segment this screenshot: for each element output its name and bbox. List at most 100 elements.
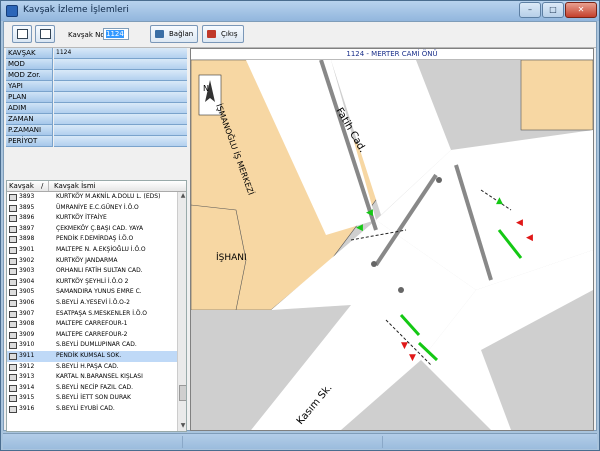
list-item-name: MALTEPE CARREFOUR-2 (56, 330, 128, 338)
list-item[interactable]: 3905 SAMANDIRA YUNUS EMRE C. (7, 287, 177, 298)
list-item[interactable]: 3914 S.BEYLİ NECİP FAZIL CAD. (7, 383, 177, 394)
list-item[interactable]: 3903 ORHANLI FATİH SULTAN CAD. (7, 266, 177, 277)
col-header-name[interactable]: Kavşak İsmi (54, 181, 96, 191)
list-item-name: SAMANDIRA YUNUS EMRE C. (56, 288, 142, 296)
prop-value (54, 114, 187, 125)
maximize-button[interactable]: □ (542, 2, 564, 18)
kavsak-no-label: Kavşak No (68, 31, 105, 39)
list-item-no: 3909 (19, 330, 35, 338)
prop-row-plan: PLAN (6, 92, 187, 103)
map-icon (40, 29, 51, 39)
list-item-no: 3903 (19, 267, 35, 275)
list-item[interactable]: 3913 KARTAL N.BARANSEL KIŞLASI (7, 372, 177, 383)
list-item-name: KURTKÖY JANDARMA (56, 256, 118, 264)
list-item[interactable]: 3910 S.BEYLİ DUMLUPINAR CAD. (7, 340, 177, 351)
list-item[interactable]: 3912 S.BEYLİ H.PAŞA CAD. (7, 362, 177, 373)
list-item[interactable]: 3911 PENDİK KUMSAL SOK. (7, 350, 177, 362)
list-scrollbar[interactable]: ▲ ▼ (177, 192, 186, 431)
list-item-name: MALTEPE N. A.EKŞİOĞLU İ.Ö.O (56, 245, 146, 253)
prop-key: PERİYOT (6, 136, 53, 147)
list-item-name: KURTKÖY İTFAİYE (56, 214, 107, 222)
junction-icon (9, 352, 17, 360)
junction-icon (9, 225, 17, 233)
list-header: Kavşak / Kavşak İsmi (7, 181, 186, 192)
prop-row-kavsak: KAVŞAK 1124 (6, 48, 187, 59)
list-item-name: S.BEYLİ H.PAŞA CAD. (56, 362, 119, 370)
col-header-kavsak[interactable]: Kavşak / (9, 181, 49, 191)
pole-3 (398, 287, 404, 293)
list-item-name: MALTEPE CARREFOUR-1 (56, 320, 128, 328)
connect-button[interactable]: Bağlan (150, 25, 198, 43)
list-item[interactable]: 3908 MALTEPE CARREFOUR-1 (7, 319, 177, 330)
red-arrow-east-icon: ◀ (516, 218, 523, 228)
list-item-name: S.BEYLİ DUMLUPINAR CAD. (56, 341, 137, 349)
list-item[interactable]: 3916 S.BEYLİ EYUBİ CAD. (7, 404, 177, 415)
prop-row-periyot: PERİYOT (6, 136, 187, 147)
kavsak-no-value: 1124 (106, 30, 124, 38)
list-item[interactable]: 3898 PENDİK F.DEMİRDAŞ İ.Ö.O (7, 234, 177, 245)
list-item-name: S.BEYLİ EYUBİ CAD. (56, 404, 115, 412)
list-item[interactable]: 3906 S.BEYLİ A.YESEVİ İ.Ö.O-2 (7, 298, 177, 309)
junction-icon (9, 384, 17, 392)
green-arrow-north-2-icon: ◀ (356, 223, 363, 233)
green-arrow-north-icon: ◀ (366, 208, 373, 218)
grid-view-button[interactable] (12, 25, 32, 43)
list-item[interactable]: 3902 KURTKÖY JANDARMA (7, 256, 177, 267)
list-item-no: 3893 (19, 193, 35, 200)
list-item[interactable]: 3901 MALTEPE N. A.EKŞİOĞLU İ.Ö.O (7, 245, 177, 256)
col-header-kavsak-label: Kavşak (9, 182, 34, 190)
status-bar (3, 433, 597, 449)
list-item[interactable]: 3915 S.BEYLİ İETT SON DURAK (7, 393, 177, 404)
list-item-name: S.BEYLİ A.YESEVİ İ.Ö.O-2 (56, 298, 130, 306)
map-view-button[interactable] (35, 25, 55, 43)
junction-icon (9, 289, 17, 297)
junction-icon (9, 278, 17, 286)
list-item[interactable]: 3907 ESATPAŞA S.MESKENLER İ.Ö.O (7, 309, 177, 320)
sort-icon: / (41, 182, 44, 190)
prop-row-mod: MOD (6, 59, 187, 70)
list-item-no: 3896 (19, 214, 35, 222)
list-item[interactable]: 3893 KURTKÖY M.AKNİL A.DOLU L. (EDS) (7, 192, 177, 203)
junction-icon (9, 299, 17, 307)
title-bar[interactable]: Kavşak İzleme İşlemleri – □ ✕ (1, 1, 599, 21)
kavsak-no-input[interactable]: 1124 (103, 28, 129, 40)
junction-icon (9, 321, 17, 329)
close-button[interactable]: ✕ (565, 2, 597, 18)
prop-row-yapi: YAPI (6, 81, 187, 92)
list-item[interactable]: 3897 ÇEKMEKÖY Ç.BAŞI CAD. YAYA (7, 224, 177, 235)
junction-icon (9, 236, 17, 244)
junction-icon (9, 194, 17, 201)
prop-row-mod-zor: MOD Zor. (6, 70, 187, 81)
list-item[interactable]: 3895 ÜMRANİYE E.C.GÜNEY İ.Ö.O (7, 203, 177, 214)
scroll-down-icon[interactable]: ▼ (179, 422, 186, 431)
prop-value: 1124 (54, 48, 187, 59)
scroll-up-icon[interactable]: ▲ (179, 192, 186, 201)
minimize-button[interactable]: – (519, 2, 541, 18)
prop-key: MOD Zor. (6, 70, 53, 81)
connect-label: Bağlan (169, 30, 194, 38)
exit-button[interactable]: Çıkış (202, 25, 244, 43)
junction-icon (9, 268, 17, 276)
pole-2 (436, 177, 442, 183)
list-item[interactable]: 3896 KURTKÖY İTFAİYE (7, 213, 177, 224)
list-item-no: 3902 (19, 256, 35, 264)
list-item[interactable]: 3904 KURTKÖY ŞEYHLİ İ.Ö.O 2 (7, 277, 177, 288)
list-item-name: ORHANLI FATİH SULTAN CAD. (56, 267, 143, 275)
exit-icon (207, 30, 216, 38)
scroll-thumb[interactable] (179, 385, 186, 401)
junction-icon (9, 257, 17, 265)
junction-list[interactable]: Kavşak / Kavşak İsmi 3893 KURTKÖY M.AKNİL… (6, 180, 187, 432)
list-item[interactable]: 3909 MALTEPE CARREFOUR-2 (7, 330, 177, 341)
junction-icon (9, 405, 17, 413)
prop-value (54, 125, 187, 136)
junction-map[interactable]: 1124 - MERTER CAMİ ÖNÜ ◀ ◀ ▲ ◀ ◀ ▼ ▼ N F… (190, 48, 594, 431)
list-item-no: 3907 (19, 309, 35, 317)
red-arrow-south-icon: ▼ (401, 341, 408, 351)
prop-key: PLAN (6, 92, 53, 103)
junction-icon (9, 331, 17, 339)
list-item-name: KURTKÖY M.AKNİL A.DOLU L. (EDS) (56, 193, 161, 200)
map-title: 1124 - MERTER CAMİ ÖNÜ (191, 49, 593, 60)
exit-label: Çıkış (221, 30, 238, 38)
prop-key: P.ZAMANI (6, 125, 53, 136)
list-item-no: 3916 (19, 404, 35, 412)
